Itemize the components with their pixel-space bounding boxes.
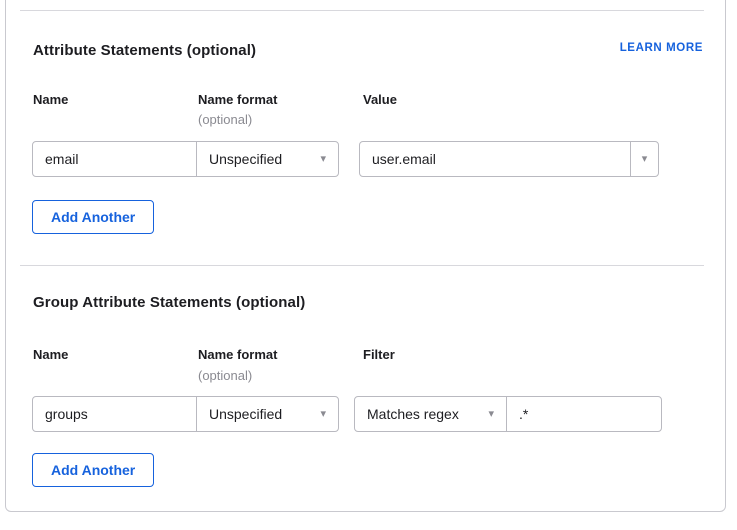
chevron-down-icon: ▾ [642,154,648,165]
attr-col-note-optional: (optional) [198,112,252,127]
attribute-statements-title: Attribute Statements (optional) [33,42,256,59]
attr-col-header-name-format: Name format [198,92,277,107]
group-filter-type-selected: Matches regex [367,406,459,422]
group-col-header-filter: Filter [363,347,395,362]
learn-more-link[interactable]: LEARN MORE [620,42,703,54]
attr-value-dropdown-button[interactable]: ▾ [630,141,659,177]
attr-name-input[interactable] [32,141,197,177]
attr-name-format-selected: Unspecified [209,151,282,167]
chevron-down-icon: ▾ [488,409,494,420]
group-col-header-name-format: Name format [198,347,277,362]
chevron-down-icon: ▾ [320,409,326,420]
section-divider-top [20,10,704,11]
group-col-note-optional: (optional) [198,368,252,383]
chevron-down-icon: ▾ [320,154,326,165]
group-filter-value-input[interactable] [506,396,662,432]
settings-card [5,0,726,512]
group-name-input[interactable] [32,396,197,432]
group-name-format-select[interactable]: Unspecified ▾ [196,396,339,432]
group-name-format-selected: Unspecified [209,406,282,422]
attr-col-header-name: Name [33,92,68,107]
group-add-another-button[interactable]: Add Another [32,453,154,487]
group-filter-type-select[interactable]: Matches regex ▾ [354,396,507,432]
attr-col-header-value: Value [363,92,397,107]
group-col-header-name: Name [33,347,68,362]
attr-add-another-button[interactable]: Add Another [32,200,154,234]
group-attribute-statements-title: Group Attribute Statements (optional) [33,294,305,311]
section-divider-middle [20,265,704,266]
attr-value-input[interactable] [359,141,631,177]
attr-name-format-select[interactable]: Unspecified ▾ [196,141,339,177]
